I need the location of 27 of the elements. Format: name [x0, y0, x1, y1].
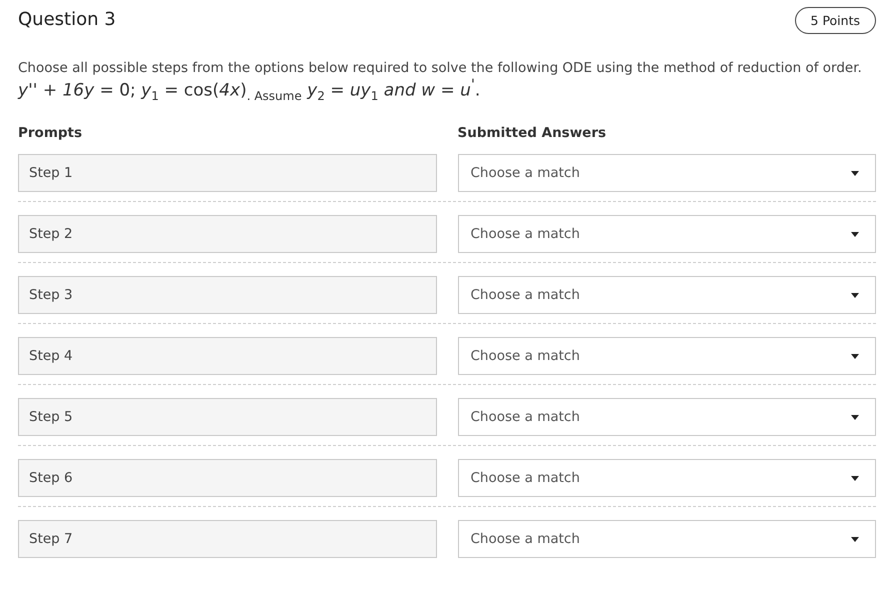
caret-icon: [851, 354, 859, 359]
prompt-box: Step 3: [18, 276, 436, 314]
points-badge: 5 Points: [794, 7, 876, 34]
caret-icon: [851, 414, 859, 420]
caret-icon: [851, 170, 859, 176]
instructions-text: Choose all possible steps from the options below required to solve the following ODE using the method of reduction of order.: [18, 60, 863, 76]
answer-dropdown[interactable]: Choose a match: [458, 520, 876, 558]
answer-dropdown[interactable]: Choose a match: [458, 459, 876, 498]
caret-icon: [851, 476, 859, 481]
answer-dropdown[interactable]: Choose a match: [458, 398, 876, 436]
prompt-box: Step 4: [18, 337, 436, 376]
prompt-box: Step 7: [18, 520, 436, 558]
prompts-heading: Prompts: [18, 125, 84, 142]
prompt-box: Step 5: [18, 398, 436, 436]
question-title: Question 3: [18, 8, 116, 30]
equation-text: y'' + 16y = 0; y$_{1}$ = cos(4x)$_{. Assume}$ y$_{2}$ = uy$_{1}$ and w = u$^{'}$.: [18, 77, 482, 104]
prompt-box: Step 1: [18, 154, 436, 192]
caret-icon: [851, 292, 859, 298]
answer-dropdown[interactable]: Choose a match: [458, 154, 876, 192]
answers-heading: Submitted Answers: [458, 125, 608, 142]
prompt-box: Step 6: [18, 459, 436, 498]
answer-dropdown[interactable]: Choose a match: [458, 337, 876, 376]
answer-dropdown[interactable]: Choose a match: [458, 215, 876, 254]
prompt-box: Step 2: [18, 215, 436, 254]
caret-icon: [851, 232, 859, 237]
answer-dropdown[interactable]: Choose a match: [458, 276, 876, 314]
caret-icon: [851, 536, 859, 542]
